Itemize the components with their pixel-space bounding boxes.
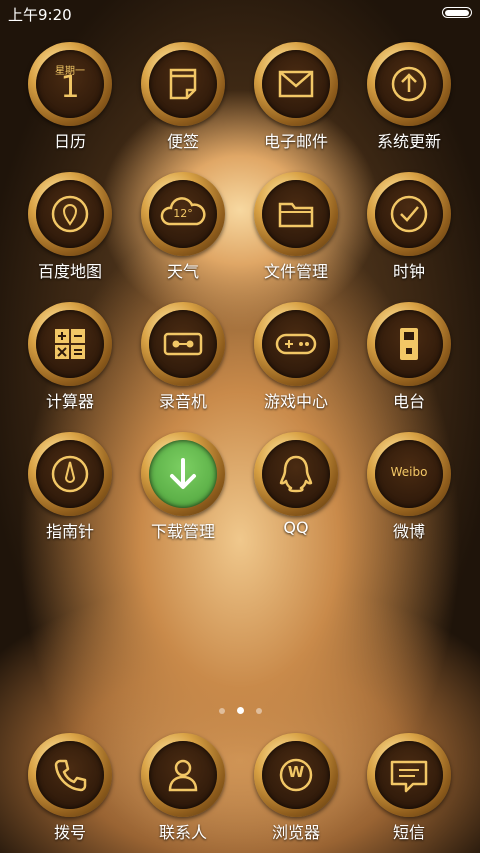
icon-ring [367,42,451,126]
page-dot-active[interactable] [236,707,244,714]
status-bar: 上午9:20 [0,0,480,26]
app-label: 电台 [392,392,425,411]
cloud-icon: 12° [149,180,217,248]
qq-penguin-icon [262,440,330,508]
icon-ring [254,42,338,126]
update-arrow-icon [375,50,443,118]
download-icon [149,440,217,508]
weather-temp: 12° [173,207,193,220]
app-label: 拨号 [53,823,86,842]
app-files[interactable]: 文件管理 [240,172,352,292]
app-email[interactable]: 电子邮件 [240,42,352,162]
app-maps[interactable]: 百度地图 [14,172,126,292]
app-games[interactable]: 游戏中心 [240,302,352,422]
app-updater[interactable]: 系统更新 [353,42,465,162]
icon-ring [367,172,451,256]
app-compass[interactable]: 指南针 [14,432,126,552]
dock-messages[interactable]: 短信 [353,733,465,853]
app-label: 文件管理 [263,262,328,281]
icon-ring [254,302,338,386]
icon-ring [141,733,225,817]
icon-ring [141,302,225,386]
calendar-date: 1 [60,70,80,105]
weibo-icon: Weibo [375,440,443,508]
app-label: 天气 [166,262,199,281]
app-label: 日历 [53,132,86,151]
app-qq[interactable]: QQ [240,432,352,552]
app-calendar[interactable]: 星期一 1 日历 [14,42,126,162]
battery-icon [442,7,472,18]
app-label: QQ [283,518,309,537]
calculator-icon [36,310,104,378]
app-label: 系统更新 [376,132,441,151]
dock-dialer[interactable]: 拨号 [14,733,126,853]
app-label: 百度地图 [37,262,102,281]
icon-ring: 12° [141,172,225,256]
mail-icon [262,50,330,118]
page-indicator[interactable] [0,700,480,714]
map-pin-icon [36,180,104,248]
dock-browser[interactable]: W 浏览器 [240,733,352,853]
app-label: 短信 [392,823,425,842]
notes-icon [149,50,217,118]
app-label: 联系人 [158,823,207,842]
page-dot[interactable] [255,707,262,714]
dock-contacts[interactable]: 联系人 [127,733,239,853]
app-downloads[interactable]: 下载管理 [127,432,239,552]
app-label: 游戏中心 [263,392,328,411]
app-label: 微博 [392,522,425,541]
icon-ring: Weibo [367,432,451,516]
compass-icon [36,440,104,508]
app-label: 便签 [166,132,199,151]
browser-letter: W [287,763,305,781]
cassette-icon [149,310,217,378]
radio-icon [375,310,443,378]
contact-icon [149,741,217,809]
page-dot[interactable] [218,707,225,714]
phone-icon [36,741,104,809]
icon-ring [28,172,112,256]
browser-icon: W [262,741,330,809]
icon-ring [141,42,225,126]
app-notes[interactable]: 便签 [127,42,239,162]
app-label: 计算器 [45,392,94,411]
icon-ring: W [254,733,338,817]
app-label: 电子邮件 [263,132,328,151]
message-icon [375,741,443,809]
weibo-text: Weibo [390,465,428,479]
app-label: 录音机 [158,392,207,411]
app-weibo[interactable]: Weibo 微博 [353,432,465,552]
folder-icon [262,180,330,248]
icon-ring [28,432,112,516]
app-weather[interactable]: 12° 天气 [127,172,239,292]
icon-ring [254,172,338,256]
app-label: 下载管理 [150,522,215,541]
app-radio[interactable]: 电台 [353,302,465,422]
app-calculator[interactable]: 计算器 [14,302,126,422]
icon-ring [254,432,338,516]
calendar-icon: 星期一 1 [36,50,104,118]
app-label: 浏览器 [271,823,320,842]
icon-ring: 星期一 1 [28,42,112,126]
app-clock[interactable]: 时钟 [353,172,465,292]
clock-icon [375,180,443,248]
icon-ring [28,302,112,386]
app-label: 指南针 [45,522,94,541]
icon-ring [367,733,451,817]
status-time: 上午9:20 [8,6,72,24]
icon-ring [28,733,112,817]
gamepad-icon [262,310,330,378]
app-recorder[interactable]: 录音机 [127,302,239,422]
app-label: 时钟 [392,262,425,281]
icon-ring [367,302,451,386]
icon-ring [141,432,225,516]
